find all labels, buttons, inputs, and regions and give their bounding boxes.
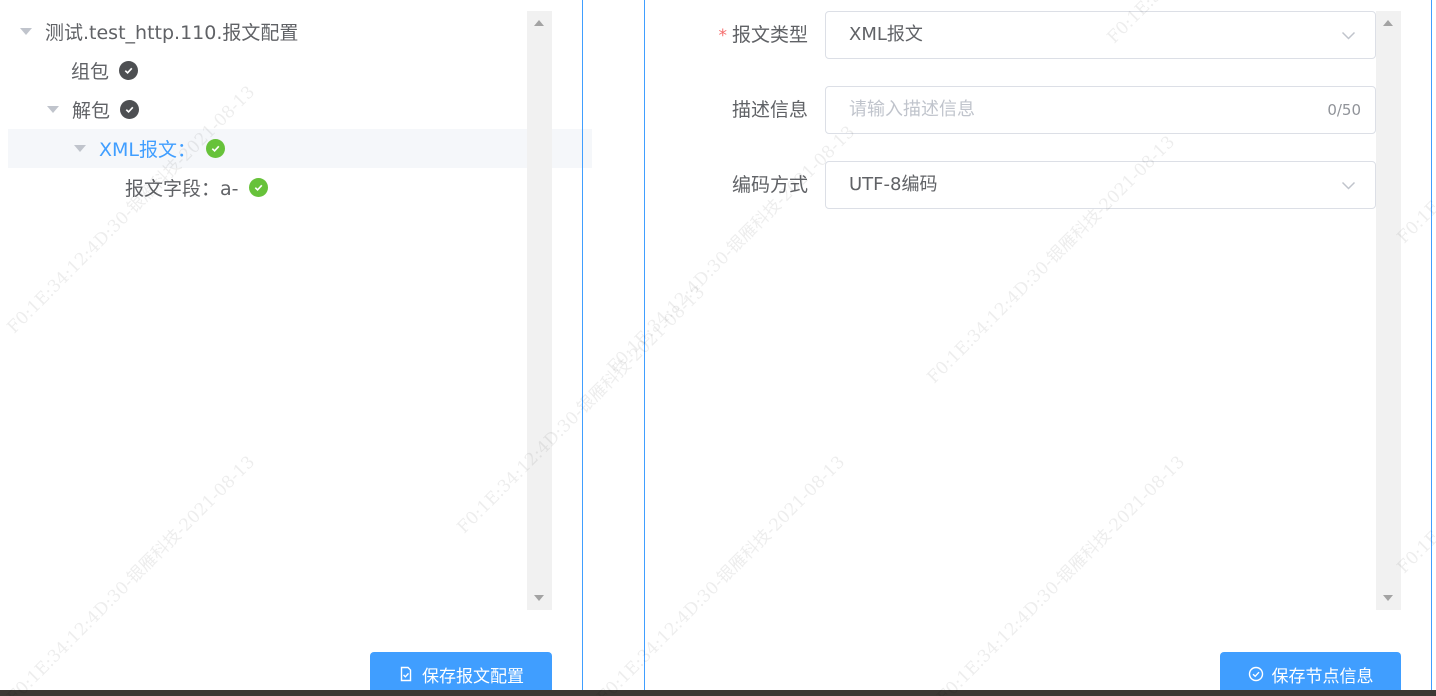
message-config-tree: 测试.test_http.110.报文配置 组包 解包 XML报文： 报文字段：…	[8, 12, 592, 610]
circle-check-icon	[1248, 666, 1263, 682]
check-circle-icon	[119, 61, 139, 80]
tree-node-label: 报文字段：a-	[125, 178, 239, 200]
tree-node-root[interactable]: 测试.test_http.110.报文配置	[8, 12, 538, 51]
scroll-up-arrow-icon[interactable]	[534, 20, 544, 26]
encoding-value: UTF-8编码	[849, 174, 938, 195]
description-label: 描述信息	[731, 99, 808, 121]
tree-node-label: XML报文：	[99, 139, 196, 161]
scroll-down-arrow-icon[interactable]	[534, 595, 544, 601]
save-node-info-label: 保存节点信息	[1271, 666, 1374, 687]
chevron-down-icon[interactable]	[1341, 28, 1356, 43]
form-row-description: 描述信息 请输入描述信息 0/50	[646, 86, 1376, 134]
form-row-encoding: 编码方式 UTF-8编码	[646, 161, 1376, 209]
form-row-message-type: * 报文类型 XML报文	[646, 11, 1376, 59]
scroll-up-arrow-icon[interactable]	[1383, 20, 1393, 26]
caret-down-icon[interactable]	[20, 28, 32, 35]
panel-divider	[582, 0, 583, 696]
watermark: F0:1E:34:12:4D:30-银雁科技-2021-08-13	[933, 452, 1190, 696]
check-circle-icon	[206, 139, 225, 158]
message-type-select[interactable]: XML报文	[825, 11, 1376, 59]
tree-node-label: 解包	[72, 100, 111, 122]
chevron-down-icon[interactable]	[1341, 178, 1356, 193]
check-circle-icon	[120, 100, 140, 119]
watermark: F0:1E:34:12:4D:30-银雁科技-2021-08-13	[603, 122, 860, 378]
scroll-down-arrow-icon[interactable]	[1383, 595, 1393, 601]
window-bottom-edge	[0, 690, 1436, 696]
required-asterisk: *	[718, 26, 727, 46]
description-placeholder: 请输入描述信息	[849, 99, 975, 120]
description-char-counter: 0/50	[1327, 101, 1361, 119]
description-input[interactable]: 请输入描述信息 0/50	[825, 86, 1376, 134]
message-type-value: XML报文	[849, 24, 923, 45]
check-circle-icon	[248, 178, 268, 197]
tree-node-label: 组包	[71, 61, 110, 83]
message-type-label-text: 报文类型	[731, 24, 808, 46]
message-type-label: * 报文类型	[718, 11, 808, 59]
caret-down-icon[interactable]	[74, 145, 86, 152]
document-check-icon	[400, 666, 412, 682]
tree-scrollbar[interactable]	[527, 11, 552, 610]
form-border-right	[1431, 0, 1432, 696]
watermark: F0:1E:34:12:4D:30-银雁科技-2021-08-13	[593, 452, 850, 696]
encoding-label: 编码方式	[731, 174, 808, 196]
caret-down-icon[interactable]	[47, 106, 59, 113]
form-scrollbar[interactable]	[1376, 11, 1401, 610]
save-message-config-label: 保存报文配置	[422, 666, 524, 687]
tree-node-label: 测试.test_http.110.报文配置	[45, 22, 299, 44]
tree-node-xml[interactable]: XML报文：	[8, 129, 592, 168]
form-border-left	[644, 0, 645, 696]
tree-node-group-pack[interactable]: 组包	[8, 51, 589, 90]
tree-node-unpack[interactable]: 解包	[8, 90, 565, 129]
encoding-select[interactable]: UTF-8编码	[825, 161, 1376, 209]
